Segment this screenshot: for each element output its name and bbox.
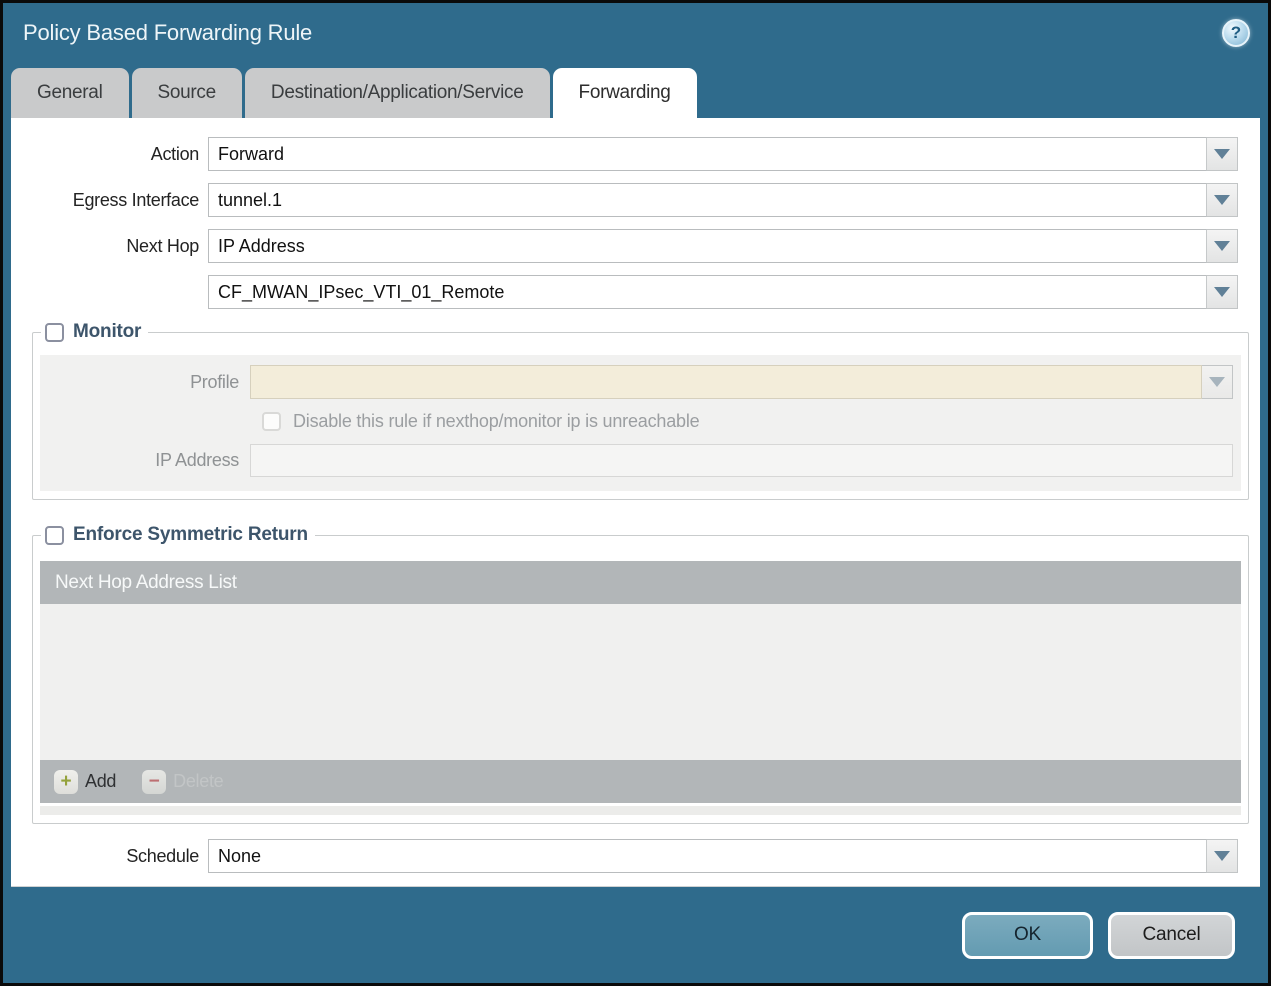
monitor-ip-address-input-disabled [250, 444, 1233, 477]
disable-rule-label: Disable this rule if nexthop/monitor ip … [293, 411, 700, 431]
ok-button[interactable]: OK [962, 911, 1093, 959]
next-hop-address-row [11, 275, 1260, 309]
minus-icon: − [142, 769, 167, 794]
next-hop-type-input[interactable] [208, 229, 1207, 263]
delete-button-label: Delete [173, 771, 224, 791]
enforce-symmetric-return-title: Enforce Symmetric Return [73, 524, 308, 545]
dialog-title: Policy Based Forwarding Rule [23, 19, 313, 45]
egress-interface-row: Egress Interface [11, 183, 1260, 217]
schedule-label: Schedule [126, 845, 199, 866]
profile-label: Profile [190, 371, 239, 392]
next-hop-address-input[interactable] [208, 275, 1207, 309]
disable-rule-checkbox-disabled [262, 412, 281, 431]
schedule-dropdown-button[interactable] [1207, 839, 1238, 873]
tab-general[interactable]: General [11, 68, 129, 118]
chevron-down-icon [1214, 851, 1230, 861]
chevron-down-icon [1214, 241, 1230, 251]
help-icon[interactable]: ? [1222, 18, 1250, 47]
disable-rule-row: Disable this rule if nexthop/monitor ip … [40, 411, 1241, 432]
chevron-down-icon [1209, 377, 1225, 387]
action-dropdown-button[interactable] [1207, 137, 1238, 171]
egress-interface-dropdown-button[interactable] [1207, 183, 1238, 217]
enforce-symmetric-return-group: Enforce Symmetric Return Next Hop Addres… [32, 524, 1249, 824]
next-hop-address-table: Next Hop Address List + Add − Delete [40, 561, 1241, 815]
next-hop-label: Next Hop [126, 235, 199, 256]
monitor-group: Monitor Profile Disable this rule if nex… [32, 321, 1249, 500]
next-hop-dropdown-button[interactable] [1207, 229, 1238, 263]
next-hop-row: Next Hop [11, 229, 1260, 263]
tab-destination-application-service[interactable]: Destination/Application/Service [244, 68, 550, 118]
delete-button-disabled: − Delete [142, 769, 224, 794]
tab-content-forwarding: Action Egress Interface Next Hop [11, 118, 1260, 887]
tab-source[interactable]: Source [131, 68, 242, 118]
chevron-down-icon [1214, 149, 1230, 159]
dialog-titlebar: Policy Based Forwarding Rule ? [3, 3, 1268, 62]
action-input[interactable] [208, 137, 1207, 171]
add-button[interactable]: + Add [54, 769, 117, 794]
enforce-symmetric-return-legend: Enforce Symmetric Return [41, 524, 315, 546]
tab-forwarding[interactable]: Forwarding [552, 68, 697, 118]
egress-interface-input[interactable] [208, 183, 1207, 217]
monitor-legend: Monitor [41, 321, 148, 343]
cancel-button[interactable]: Cancel [1108, 911, 1235, 959]
schedule-row: Schedule [11, 839, 1260, 873]
profile-dropdown-button-disabled [1202, 365, 1233, 399]
tab-bar: General Source Destination/Application/S… [3, 62, 1268, 118]
table-bottom-strip [40, 806, 1241, 815]
pbf-rule-dialog: Policy Based Forwarding Rule ? General S… [0, 0, 1271, 986]
table-footer-toolbar: + Add − Delete [40, 760, 1241, 803]
monitor-checkbox[interactable] [45, 322, 64, 342]
monitor-ip-address-row: IP Address [40, 444, 1241, 477]
action-row: Action [11, 137, 1260, 171]
profile-input-disabled [250, 365, 1202, 399]
egress-interface-label: Egress Interface [72, 189, 200, 210]
next-hop-address-dropdown-button[interactable] [1207, 275, 1238, 309]
add-button-label: Add [85, 771, 117, 791]
monitor-panel: Profile Disable this rule if nexthop/mon… [40, 355, 1241, 491]
next-hop-address-list-header: Next Hop Address List [40, 561, 1241, 604]
plus-icon: + [54, 769, 78, 794]
monitor-ip-address-label: IP Address [155, 450, 239, 470]
action-label: Action [150, 143, 200, 164]
chevron-down-icon [1214, 287, 1230, 297]
monitor-title: Monitor [73, 321, 142, 342]
chevron-down-icon [1214, 195, 1230, 205]
profile-row: Profile [40, 365, 1241, 399]
schedule-input[interactable] [208, 839, 1207, 873]
enforce-symmetric-return-checkbox[interactable] [45, 525, 64, 545]
dialog-footer: OK Cancel [3, 887, 1268, 983]
next-hop-address-list-body [40, 604, 1241, 760]
